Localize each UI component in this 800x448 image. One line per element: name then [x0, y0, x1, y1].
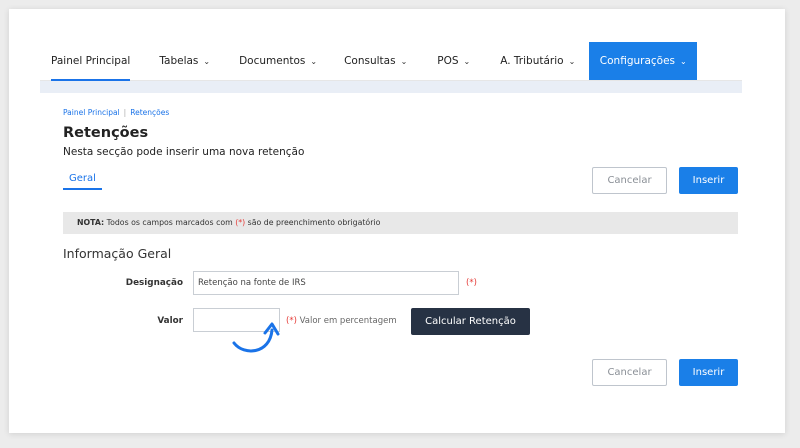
- designacao-input[interactable]: Retenção na fonte de IRS: [193, 271, 459, 295]
- breadcrumb-home[interactable]: Painel Principal: [63, 108, 120, 117]
- chevron-down-icon: ⌄: [203, 56, 211, 66]
- cancel-button-bottom[interactable]: Cancelar: [592, 359, 667, 386]
- main-nav: Painel Principal Tabelas ⌄ Documentos ⌄ …: [40, 42, 742, 81]
- designacao-label: Designação: [125, 278, 183, 288]
- nav-item-label: POS: [437, 55, 459, 67]
- insert-button-top[interactable]: Inserir: [679, 167, 738, 194]
- designacao-required: (*): [466, 278, 477, 288]
- chevron-down-icon: ⌄: [680, 56, 687, 66]
- cancel-button-top[interactable]: Cancelar: [592, 167, 667, 194]
- insert-button-bottom[interactable]: Inserir: [679, 359, 738, 386]
- note-text-after: são de preenchimento obrigatório: [245, 218, 381, 227]
- nav-item-consultas[interactable]: Consultas ⌄: [344, 42, 407, 80]
- nav-strip: [40, 81, 742, 93]
- page-subtitle: Nesta secção pode inserir uma nova reten…: [63, 146, 305, 158]
- nav-item-a-tributario[interactable]: A. Tributário ⌄: [500, 42, 575, 80]
- note-prefix: NOTA:: [77, 218, 105, 227]
- nav-item-label: Tabelas: [159, 55, 199, 67]
- valor-hint-text: Valor em percentagem: [296, 316, 397, 326]
- required-fields-note: NOTA: Todos os campos marcados com (*) s…: [63, 212, 738, 234]
- breadcrumb-separator: |: [123, 108, 127, 117]
- chevron-down-icon: ⌄: [568, 56, 576, 66]
- chevron-down-icon: ⌄: [463, 56, 471, 66]
- nav-item-configuracoes[interactable]: Configurações ⌄: [589, 42, 698, 80]
- page-title: Retenções: [63, 125, 149, 141]
- nav-item-label: Painel Principal: [51, 55, 131, 67]
- note-marker: (*): [235, 218, 246, 227]
- curved-arrow-icon: [232, 322, 280, 353]
- nav-item-label: Configurações: [599, 55, 676, 67]
- chevron-down-icon: ⌄: [400, 56, 408, 66]
- nav-item-tabelas[interactable]: Tabelas ⌄: [159, 42, 210, 80]
- nav-item-label: Consultas: [344, 55, 396, 67]
- calcular-retencao-button[interactable]: Calcular Retenção: [411, 308, 530, 335]
- valor-label: Valor: [157, 316, 183, 326]
- note-text-before: Todos os campos marcados com: [104, 218, 236, 227]
- nav-item-label: Documentos: [239, 55, 306, 67]
- breadcrumb: Painel Principal | Retenções: [63, 108, 169, 117]
- nav-item-documentos[interactable]: Documentos ⌄: [239, 42, 317, 80]
- tab-geral[interactable]: Geral: [63, 168, 102, 190]
- section-title: Informação Geral: [63, 246, 172, 261]
- nav-item-pos[interactable]: POS ⌄: [437, 42, 470, 80]
- valor-hint: (*) Valor em percentagem: [286, 316, 397, 326]
- nav-item-label: A. Tributário: [500, 55, 564, 67]
- nav-item-painel-principal[interactable]: Painel Principal: [51, 42, 131, 81]
- chevron-down-icon: ⌄: [310, 56, 318, 66]
- valor-required: (*): [286, 316, 297, 326]
- breadcrumb-current[interactable]: Retenções: [130, 108, 169, 117]
